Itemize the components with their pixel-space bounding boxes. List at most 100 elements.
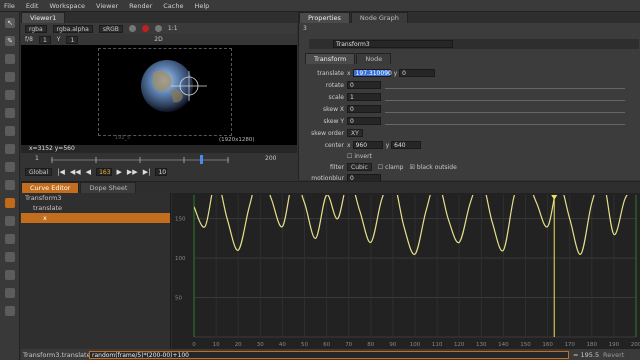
black-outside-checkbox[interactable]: ☒ [409,164,414,171]
first-frame-icon[interactable]: |◀ [57,167,65,177]
tab-node[interactable]: Node [356,53,392,64]
tree-node-x[interactable]: x [21,213,170,223]
tab-transform[interactable]: Transform [305,53,356,64]
x-tick-label: 130 [476,342,487,348]
skewx-field[interactable]: 0 [347,105,381,113]
viewer-panel: Viewer1 rgba rgba.alpha sRGB 1:1 f/8 1 Y… [21,12,297,180]
translate-y-field[interactable]: 0 [399,69,436,77]
rotate-field[interactable]: 0 [347,81,381,89]
curve-tree: Transform3 translate x [21,193,171,349]
tab-properties[interactable]: Properties [299,12,350,23]
center-y-field[interactable]: 640 [391,141,422,149]
roi-icon[interactable] [154,25,162,32]
center-x-field[interactable]: 960 [352,141,383,149]
timeline-ruler[interactable] [51,154,231,166]
step-field[interactable]: 10 [155,168,168,176]
viewer-tabs: Viewer1 [21,12,297,23]
filter-icon[interactable] [5,144,15,154]
tab-node-graph[interactable]: Node Graph [350,12,408,23]
3d-icon[interactable] [5,216,15,226]
playhead-marker[interactable] [551,195,558,200]
toolsets-icon[interactable] [5,270,15,280]
rotate-slider[interactable] [385,81,625,89]
menu-render[interactable]: Render [129,2,152,10]
viewport[interactable]: 192_5 (1920x1280) [21,45,297,145]
time-icon[interactable] [5,90,15,100]
range-start[interactable]: 1 [35,155,39,162]
x-tick-label: 150 [520,342,531,348]
curve-editor-panel: Curve Editor Dope Sheet Transform3 trans… [21,181,640,360]
gamma-value[interactable]: 1 [66,35,79,44]
merge-icon[interactable] [5,180,15,190]
zoom-label[interactable]: 1:1 [168,25,178,32]
expression-value: = 195.5 [573,351,600,359]
transform-icon[interactable] [5,198,15,208]
tab-viewer1[interactable]: Viewer1 [21,12,66,23]
x-tick-label: 200 [631,342,640,348]
center-row: center x 960 y 640 [299,140,640,150]
skewy-slider[interactable] [385,117,625,125]
play-icon[interactable]: ▶ [117,167,122,177]
prev-frame-icon[interactable]: ◀ [86,167,91,177]
invert-checkbox[interactable]: ☐ [347,153,352,160]
translate-x-field[interactable]: 197.310090 [352,69,392,77]
scale-slider[interactable] [385,93,625,101]
menu-file[interactable]: File [4,2,15,10]
furnace-icon[interactable] [5,306,15,316]
tab-dope-sheet[interactable]: Dope Sheet [80,182,137,193]
curve-graph[interactable]: 0 10 20 30 40 50 60 70 80 90 100 110 120 130 140 150 160… [172,193,640,349]
views-icon[interactable] [5,234,15,244]
y-tick-label: 50 [175,296,182,302]
colorspace-dropdown[interactable]: sRGB [98,24,123,33]
x-tick-label: 60 [323,342,330,348]
revert-button[interactable]: Revert [603,351,624,359]
skewy-field[interactable]: 0 [347,117,381,125]
curve-chart[interactable]: 0 10 20 30 40 50 60 70 80 90 100 110 120 130 140 150 160… [172,193,640,349]
current-frame-field[interactable]: 163 [96,168,112,176]
node-name-field[interactable]: Transform3 [333,40,453,48]
expression-field[interactable]: random(frame/5)*(200-00)+100 [89,351,569,359]
scale-field[interactable]: 1 [347,93,381,101]
menu-edit[interactable]: Edit [26,2,39,10]
mode-dropdown[interactable]: 2D [154,36,162,43]
menu-workspace[interactable]: Workspace [49,2,85,10]
rotate-row: rotate 0 [299,80,640,90]
image-icon[interactable] [5,54,15,64]
last-frame-icon[interactable]: ▶| [143,167,151,177]
menu-viewer[interactable]: Viewer [96,2,118,10]
skeworder-dropdown[interactable]: XY [347,129,363,137]
properties-count[interactable]: 3 [303,25,307,32]
compare-icon[interactable] [128,25,136,32]
x-tick-label: 80 [367,342,374,348]
x-tick-label: 20 [235,342,242,348]
other-icon[interactable] [5,288,15,298]
menu-help[interactable]: Help [194,2,209,10]
pointer-icon[interactable]: ↖ [5,18,15,28]
filter-dropdown[interactable]: Cubic [347,163,372,171]
coords-readout: x=3152 y=560 [21,145,297,153]
metadata-icon[interactable] [5,252,15,262]
prev-key-icon[interactable]: ◀◀ [70,167,81,177]
tab-curve-editor[interactable]: Curve Editor [21,182,80,193]
format-label: (1920x1280) [219,137,255,143]
fstop-value[interactable]: 1 [38,35,51,44]
keyer-icon[interactable] [5,162,15,172]
channel-icon[interactable] [5,108,15,118]
fstop-label: f/8 [25,36,33,43]
x-tick-label: 30 [257,342,264,348]
channels-dropdown[interactable]: rgba [25,24,47,33]
paint-icon[interactable]: ✎ [5,36,15,46]
clamp-checkbox[interactable]: ☐ [378,164,383,171]
draw-icon[interactable] [5,72,15,82]
skewx-slider[interactable] [385,105,625,113]
invert-row: ☐ invert [347,152,372,160]
tree-node-translate[interactable]: translate [21,203,170,213]
range-end[interactable]: 200 [265,155,276,162]
tree-node-transform3[interactable]: Transform3 [21,193,170,203]
next-key-icon[interactable]: ▶▶ [127,167,138,177]
playback-mode-dropdown[interactable]: Global [25,168,53,176]
color-icon[interactable] [5,126,15,136]
menu-cache[interactable]: Cache [163,2,183,10]
alpha-dropdown[interactable]: rgba.alpha [52,24,93,33]
record-icon[interactable] [141,25,149,32]
